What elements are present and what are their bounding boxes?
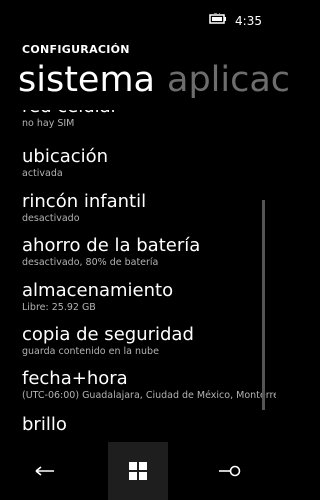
item-title: copia de seguridad	[22, 324, 194, 345]
navigation-bar	[0, 442, 276, 500]
app-title: CONFIGURACIÓN	[22, 43, 130, 56]
battery-charging-icon	[209, 13, 226, 24]
pivot-item-aplicaciones[interactable]: aplicac	[167, 60, 290, 100]
item-subtitle: desactivado	[22, 213, 80, 224]
item-subtitle: (UTC-06:00) Guadalajara, Ciudad de Méxic…	[22, 390, 276, 401]
settings-list: red celular no hay SIM ubicación activad…	[22, 110, 276, 440]
list-item-almacenamiento[interactable]: almacenamiento Libre: 25.92 GB	[22, 280, 276, 314]
status-bar: 4:35	[0, 0, 276, 30]
item-subtitle: activada	[22, 168, 63, 179]
back-button[interactable]	[20, 442, 70, 500]
list-item-ahorro-bateria[interactable]: ahorro de la batería desactivado, 80% de…	[22, 235, 276, 269]
item-title: fecha+hora	[22, 368, 128, 389]
list-item-ubicacion[interactable]: ubicación activada	[22, 146, 276, 180]
item-title: almacenamiento	[22, 280, 174, 301]
item-subtitle: guarda contenido en la nube	[22, 346, 159, 357]
list-item-red-celular[interactable]: red celular no hay SIM	[22, 110, 276, 130]
item-subtitle: desactivado, 80% de batería	[22, 257, 159, 268]
item-subtitle: Libre: 25.92 GB	[22, 302, 96, 313]
search-button[interactable]	[204, 442, 254, 500]
back-arrow-icon	[35, 466, 54, 476]
list-item-rincon-infantil[interactable]: rincón infantil desactivado	[22, 191, 276, 225]
search-icon	[219, 465, 241, 477]
item-subtitle: no hay SIM	[22, 118, 75, 129]
list-item-brillo[interactable]: brillo	[22, 414, 276, 436]
item-title: ahorro de la batería	[22, 235, 201, 256]
item-title: rincón infantil	[22, 191, 147, 212]
pivot-item-sistema[interactable]: sistema	[18, 60, 155, 100]
start-button[interactable]	[108, 442, 168, 500]
pivot-header: sistema aplicac	[18, 60, 290, 100]
list-item-copia-seguridad[interactable]: copia de seguridad guarda contenido en l…	[22, 324, 276, 358]
clock: 4:35	[235, 14, 262, 28]
item-title: ubicación	[22, 146, 109, 167]
item-title: red celular	[22, 110, 276, 118]
windows-logo-icon	[129, 462, 147, 480]
item-title: brillo	[22, 414, 67, 435]
scrollbar[interactable]	[262, 200, 265, 410]
list-item-fecha-hora[interactable]: fecha+hora (UTC-06:00) Guadalajara, Ciud…	[22, 368, 276, 402]
